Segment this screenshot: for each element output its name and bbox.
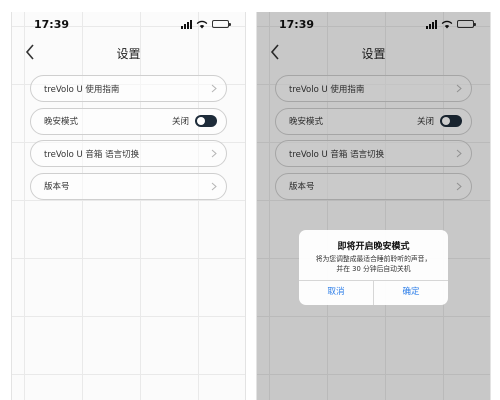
chevron-right-icon — [211, 149, 217, 158]
setting-item-guide[interactable]: treVolo U 使用指南 — [30, 75, 227, 102]
setting-item-version[interactable]: 版本号 — [30, 172, 227, 200]
night-mode-toggle[interactable] — [195, 115, 217, 127]
chevron-right-icon — [211, 84, 217, 93]
modal-overlay — [257, 12, 490, 400]
confirm-button[interactable]: 确定 — [374, 281, 448, 305]
setting-label: 版本号 — [44, 182, 70, 192]
dialog-message-line: 并在 30 分钟后自动关机 — [336, 265, 411, 273]
dialog-message-line: 将为您调整成最适合睡前聆听的声音， — [315, 255, 432, 263]
phone-screen-settings-dialog: 17:39 设置 treVolo U 使用指南 晚安模式 关闭 treVolo … — [256, 12, 491, 400]
setting-label: treVolo U 音箱 语言切换 — [44, 149, 140, 160]
status-icons — [181, 19, 231, 29]
cancel-button[interactable]: 取消 — [299, 281, 373, 305]
battery-icon — [212, 20, 231, 28]
wifi-icon — [196, 20, 208, 28]
chevron-right-icon — [211, 182, 217, 190]
signal-icon — [181, 19, 192, 29]
setting-label: treVolo U 使用指南 — [44, 84, 120, 95]
status-bar: 17:39 — [12, 12, 245, 36]
nav-bar: 设置 — [12, 40, 245, 66]
dialog-message: 将为您调整成最适合睡前聆听的声音， 并在 30 分钟后自动关机 — [299, 254, 448, 274]
toggle-knob — [197, 117, 205, 125]
dialog-title: 即将开启晚安模式 — [337, 242, 410, 252]
toggle-state-label: 关闭 — [171, 117, 189, 127]
dialog-actions: 取消 确定 — [299, 280, 448, 305]
night-mode-dialog: 即将开启晚安模式 将为您调整成最适合睡前聆听的声音， 并在 30 分钟后自动关机… — [299, 230, 448, 305]
phone-screen-settings: 17:39 设置 treVolo U 使用指南 晚安模式 关闭 treVolo … — [11, 12, 246, 400]
settings-list: treVolo U 使用指南 晚安模式 关闭 treVolo U 音箱 语言切换… — [30, 75, 227, 205]
setting-label: 晚安模式 — [44, 117, 79, 127]
status-time: 17:39 — [34, 18, 70, 31]
page-title: 设置 — [116, 47, 141, 61]
setting-item-language[interactable]: treVolo U 音箱 语言切换 — [30, 140, 227, 167]
setting-item-night-mode: 晚安模式 关闭 — [30, 107, 227, 135]
